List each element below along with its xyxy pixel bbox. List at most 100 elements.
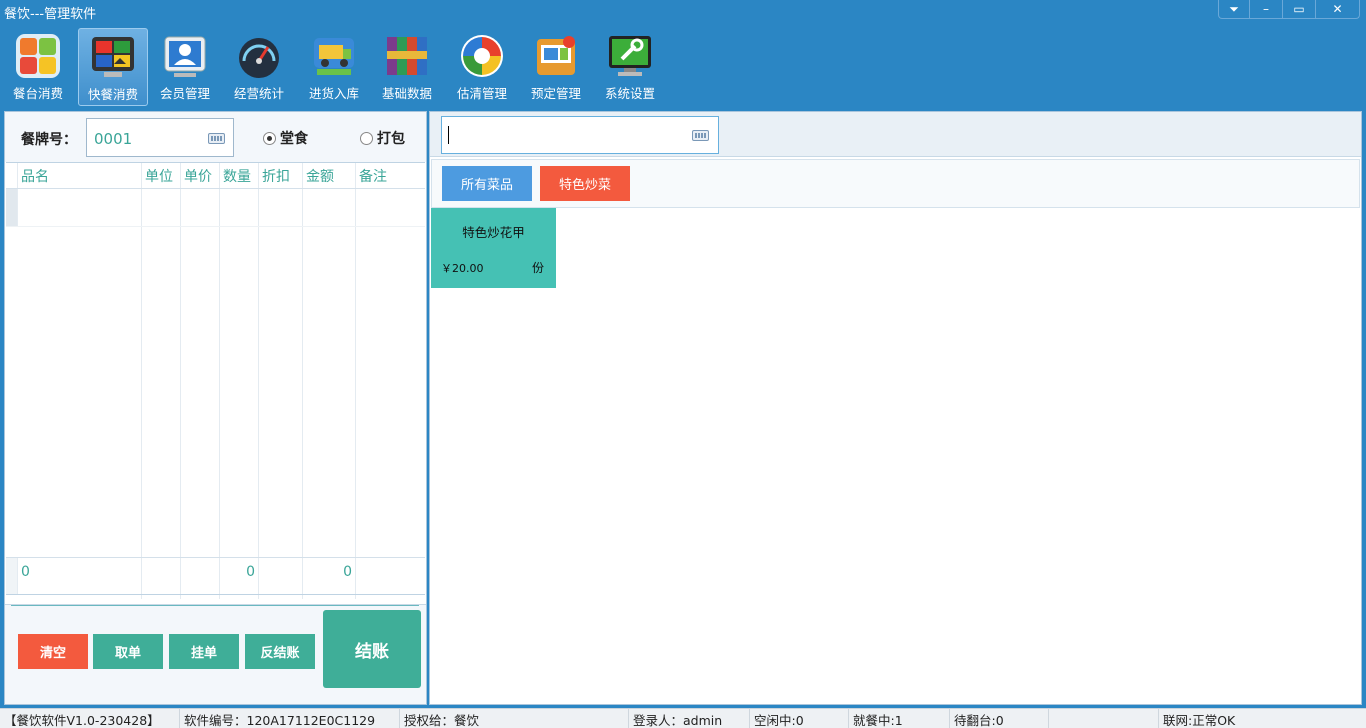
status-serial: 软件编号：120A17112E0C1129 — [180, 709, 400, 728]
toolbar-item-statistics[interactable]: 经营统计 — [224, 28, 294, 106]
toolbar-label: 餐台消费 — [12, 86, 63, 101]
takeaway-label: 打包 — [377, 131, 405, 147]
truck-icon — [311, 33, 357, 79]
hold-order-button[interactable]: 挂单 — [169, 634, 239, 669]
category-all-dishes[interactable]: 所有菜品 — [442, 166, 532, 201]
table-tag-input[interactable]: 0001 — [86, 118, 234, 157]
toolbar-label: 估清管理 — [456, 86, 507, 101]
toolbar-item-table-dining[interactable]: 餐台消费 — [3, 28, 73, 106]
order-items-table[interactable]: 品名 单位 单价 数量 折扣 金额 备注 — [6, 162, 425, 599]
status-bar: 【餐饮软件V1.0-230428】 软件编号：120A17112E0C1129 … — [0, 708, 1366, 728]
toolbar-label: 进货入库 — [308, 86, 359, 101]
keyboard-icon[interactable] — [208, 133, 225, 144]
order-actions: 清空 取单 挂单 反结账 结账 — [5, 604, 426, 704]
status-network: 联网:正常OK — [1163, 713, 1236, 728]
total-amount: 0 — [303, 558, 356, 594]
table-cell — [220, 189, 259, 226]
table-tag-label: 餐牌号： — [21, 132, 77, 148]
toolbar-label: 基础数据 — [381, 86, 432, 101]
gauge-icon — [236, 33, 282, 79]
toolbar-item-fast-food[interactable]: 快餐消费 — [78, 28, 148, 106]
table-body — [6, 227, 425, 599]
table-cell — [356, 558, 425, 594]
radio-unchecked-icon — [360, 131, 373, 145]
table-cell — [181, 189, 220, 226]
total-qty: 0 — [220, 558, 259, 594]
table-cell — [181, 227, 220, 599]
reservation-icon — [533, 33, 579, 79]
totals-row: 0 0 0 — [6, 557, 425, 595]
fetch-order-button[interactable]: 取单 — [93, 634, 163, 669]
refresh-globe-icon — [459, 33, 505, 79]
toolbar-item-stock-in[interactable]: 进货入库 — [299, 28, 369, 106]
table-cell — [259, 227, 303, 599]
table-cell — [6, 227, 18, 599]
column-header-amount[interactable]: 金额 — [303, 163, 356, 188]
order-header: 餐牌号： 0001 堂食 打包 — [5, 112, 426, 162]
total-name: 0 — [18, 558, 142, 594]
row-gutter — [6, 558, 18, 594]
toolbar-item-reservation[interactable]: 预定管理 — [521, 28, 591, 106]
books-icon — [384, 33, 430, 79]
column-header-qty[interactable]: 数量 — [220, 163, 259, 188]
main-toolbar: 餐台消费 快餐消费 会员管理 经营统计 进货入库 基础数据 估清管理 预定管理 … — [0, 24, 1366, 108]
keyboard-icon[interactable] — [692, 130, 709, 141]
table-cell — [356, 227, 425, 599]
text-caret — [448, 126, 449, 144]
toolbar-item-members[interactable]: 会员管理 — [150, 28, 220, 106]
dine-in-label: 堂食 — [280, 131, 308, 147]
category-specialty-stirfry[interactable]: 特色炒菜 — [540, 166, 630, 201]
category-bar: 所有菜品 特色炒菜 — [431, 159, 1360, 208]
status-blank — [1049, 709, 1159, 728]
menu-panel: 所有菜品 特色炒菜 特色炒花甲 ￥20.00 份 — [429, 111, 1362, 705]
table-cell — [259, 558, 303, 594]
column-header-price[interactable]: 单价 — [181, 163, 220, 188]
settings-monitor-icon — [607, 33, 653, 79]
toolbar-label: 会员管理 — [159, 86, 210, 101]
member-icon — [162, 33, 208, 79]
table-header-row: 品名 单位 单价 数量 折扣 金额 备注 — [6, 163, 425, 189]
dish-tile[interactable]: 特色炒花甲 ￥20.00 份 — [431, 208, 556, 288]
tiles-icon — [15, 33, 61, 79]
status-licensed: 授权给：餐饮 — [400, 709, 629, 728]
toolbar-item-settings[interactable]: 系统设置 — [595, 28, 665, 106]
table-cell — [356, 189, 425, 226]
table-cell — [142, 558, 181, 594]
fastfood-icon — [90, 34, 136, 80]
divider — [11, 605, 419, 606]
toolbar-label: 经营统计 — [233, 86, 284, 101]
dish-price: ￥20.00 — [441, 262, 484, 275]
table-cell — [181, 558, 220, 594]
toolbar-item-basic-data[interactable]: 基础数据 — [372, 28, 442, 106]
checkout-button[interactable]: 结账 — [323, 610, 421, 688]
takeaway-radio[interactable]: 打包 — [360, 128, 405, 148]
minimize-button[interactable]: – — [1249, 0, 1282, 18]
toolbar-label: 快餐消费 — [87, 87, 138, 102]
title-bar: 餐饮---管理软件 ⏷ – ▭ ✕ — [0, 0, 1366, 24]
status-version: 【餐饮软件V1.0-230428】 — [0, 709, 180, 728]
dine-in-radio[interactable]: 堂食 — [263, 128, 308, 148]
column-header-name[interactable]: 品名 — [18, 163, 142, 188]
table-cell — [18, 189, 142, 226]
table-cell — [142, 189, 181, 226]
table-row[interactable] — [6, 189, 425, 227]
row-gutter — [6, 163, 18, 188]
status-dining: 就餐中:1 — [849, 709, 950, 728]
table-cell — [18, 227, 142, 599]
toolbar-label: 预定管理 — [530, 86, 581, 101]
maximize-button[interactable]: ▭ — [1282, 0, 1315, 18]
table-cell — [303, 227, 356, 599]
table-tag-value: 0001 — [94, 130, 133, 148]
clear-button[interactable]: 清空 — [18, 634, 88, 669]
window-menu-button[interactable]: ⏷ — [1219, 0, 1249, 18]
dish-search-bar — [430, 112, 1361, 157]
dish-search-input[interactable] — [441, 116, 719, 154]
column-header-discount[interactable]: 折扣 — [259, 163, 303, 188]
column-header-unit[interactable]: 单位 — [142, 163, 181, 188]
close-button[interactable]: ✕ — [1315, 0, 1359, 18]
toolbar-item-sellout[interactable]: 估清管理 — [447, 28, 517, 106]
reverse-checkout-button[interactable]: 反结账 — [245, 634, 315, 669]
row-gutter — [6, 189, 18, 226]
order-panel: 餐牌号： 0001 堂食 打包 品名 单位 单价 数量 折扣 金额 备注 0 0… — [4, 111, 427, 705]
column-header-note[interactable]: 备注 — [356, 163, 425, 188]
